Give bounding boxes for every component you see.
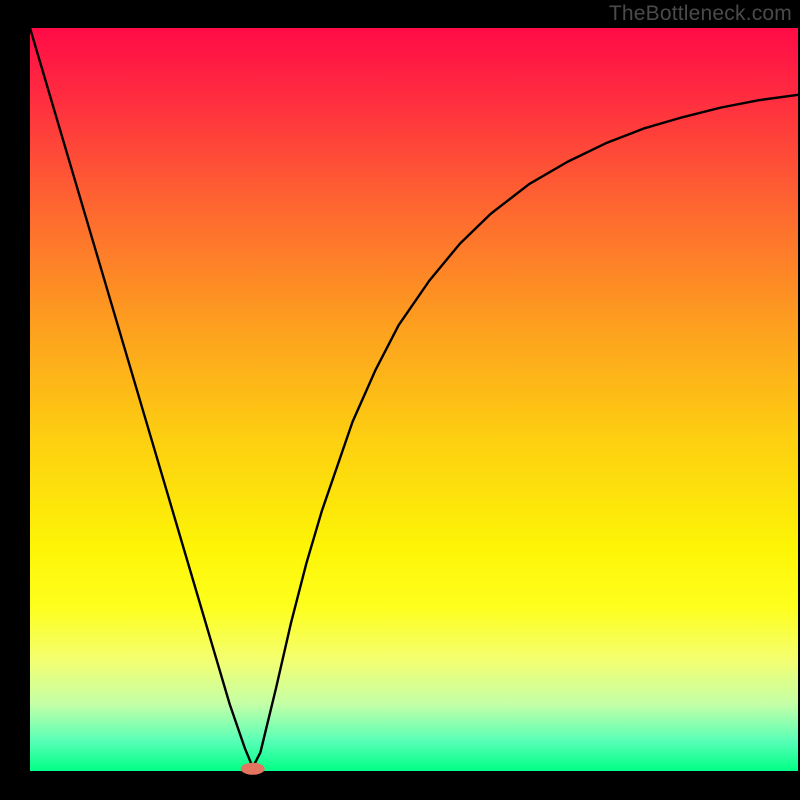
- chart-frame: TheBottleneck.com: [0, 0, 800, 800]
- watermark-text: TheBottleneck.com: [609, 2, 792, 26]
- bottleneck-chart: [0, 0, 800, 800]
- optimal-point-marker: [241, 763, 265, 775]
- plot-background: [30, 28, 798, 771]
